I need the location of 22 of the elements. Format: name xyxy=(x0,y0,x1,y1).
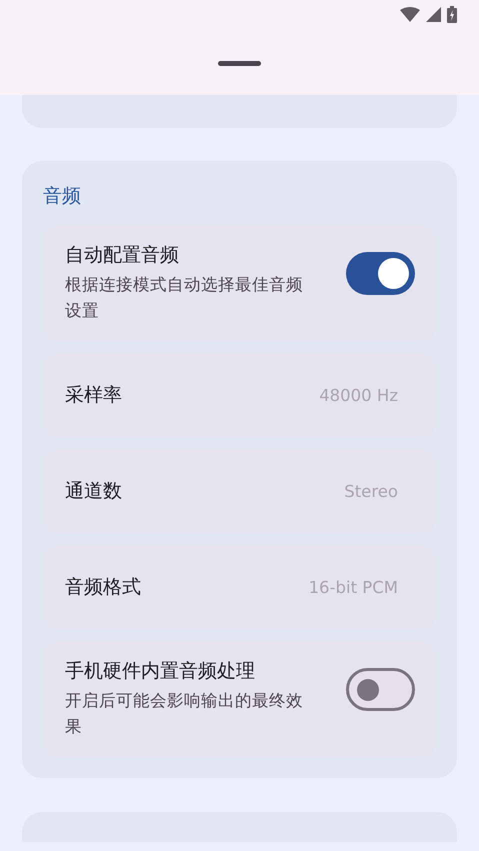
settings-row[interactable]: 自动配置音频 根据连接模式自动选择最佳音频设置 xyxy=(43,225,436,341)
wifi-icon xyxy=(400,6,420,22)
toggle-switch[interactable] xyxy=(346,668,415,711)
setting-label: 手机硬件内置音频处理 xyxy=(65,659,256,684)
settings-row[interactable]: 音频格式 16-bit PCM xyxy=(43,545,436,629)
setting-label: 自动配置音频 xyxy=(65,243,180,268)
section-title: 音频 xyxy=(43,184,82,209)
settings-row[interactable]: 通道数 Stereo xyxy=(43,449,436,533)
setting-label: 通道数 xyxy=(65,479,123,504)
signal-icon xyxy=(426,6,441,22)
setting-description: 根据连接模式自动选择最佳音频设置 xyxy=(65,274,304,322)
battery-icon xyxy=(447,6,457,22)
setting-value: Stereo xyxy=(344,482,398,500)
setting-description: 开启后可能会影响输出的最终效果 xyxy=(65,690,304,738)
settings-row[interactable]: 采样率 48000 Hz xyxy=(43,353,436,437)
setting-value: 16-bit PCM xyxy=(308,578,398,596)
setting-label: 采样率 xyxy=(65,383,123,408)
settings-row[interactable]: 手机硬件内置音频处理 开启后可能会影响输出的最终效果 xyxy=(43,641,436,757)
setting-value: 48000 Hz xyxy=(319,386,398,404)
setting-label: 音频格式 xyxy=(65,575,142,600)
drag-handle[interactable] xyxy=(218,61,261,66)
toggle-switch[interactable] xyxy=(346,252,415,295)
